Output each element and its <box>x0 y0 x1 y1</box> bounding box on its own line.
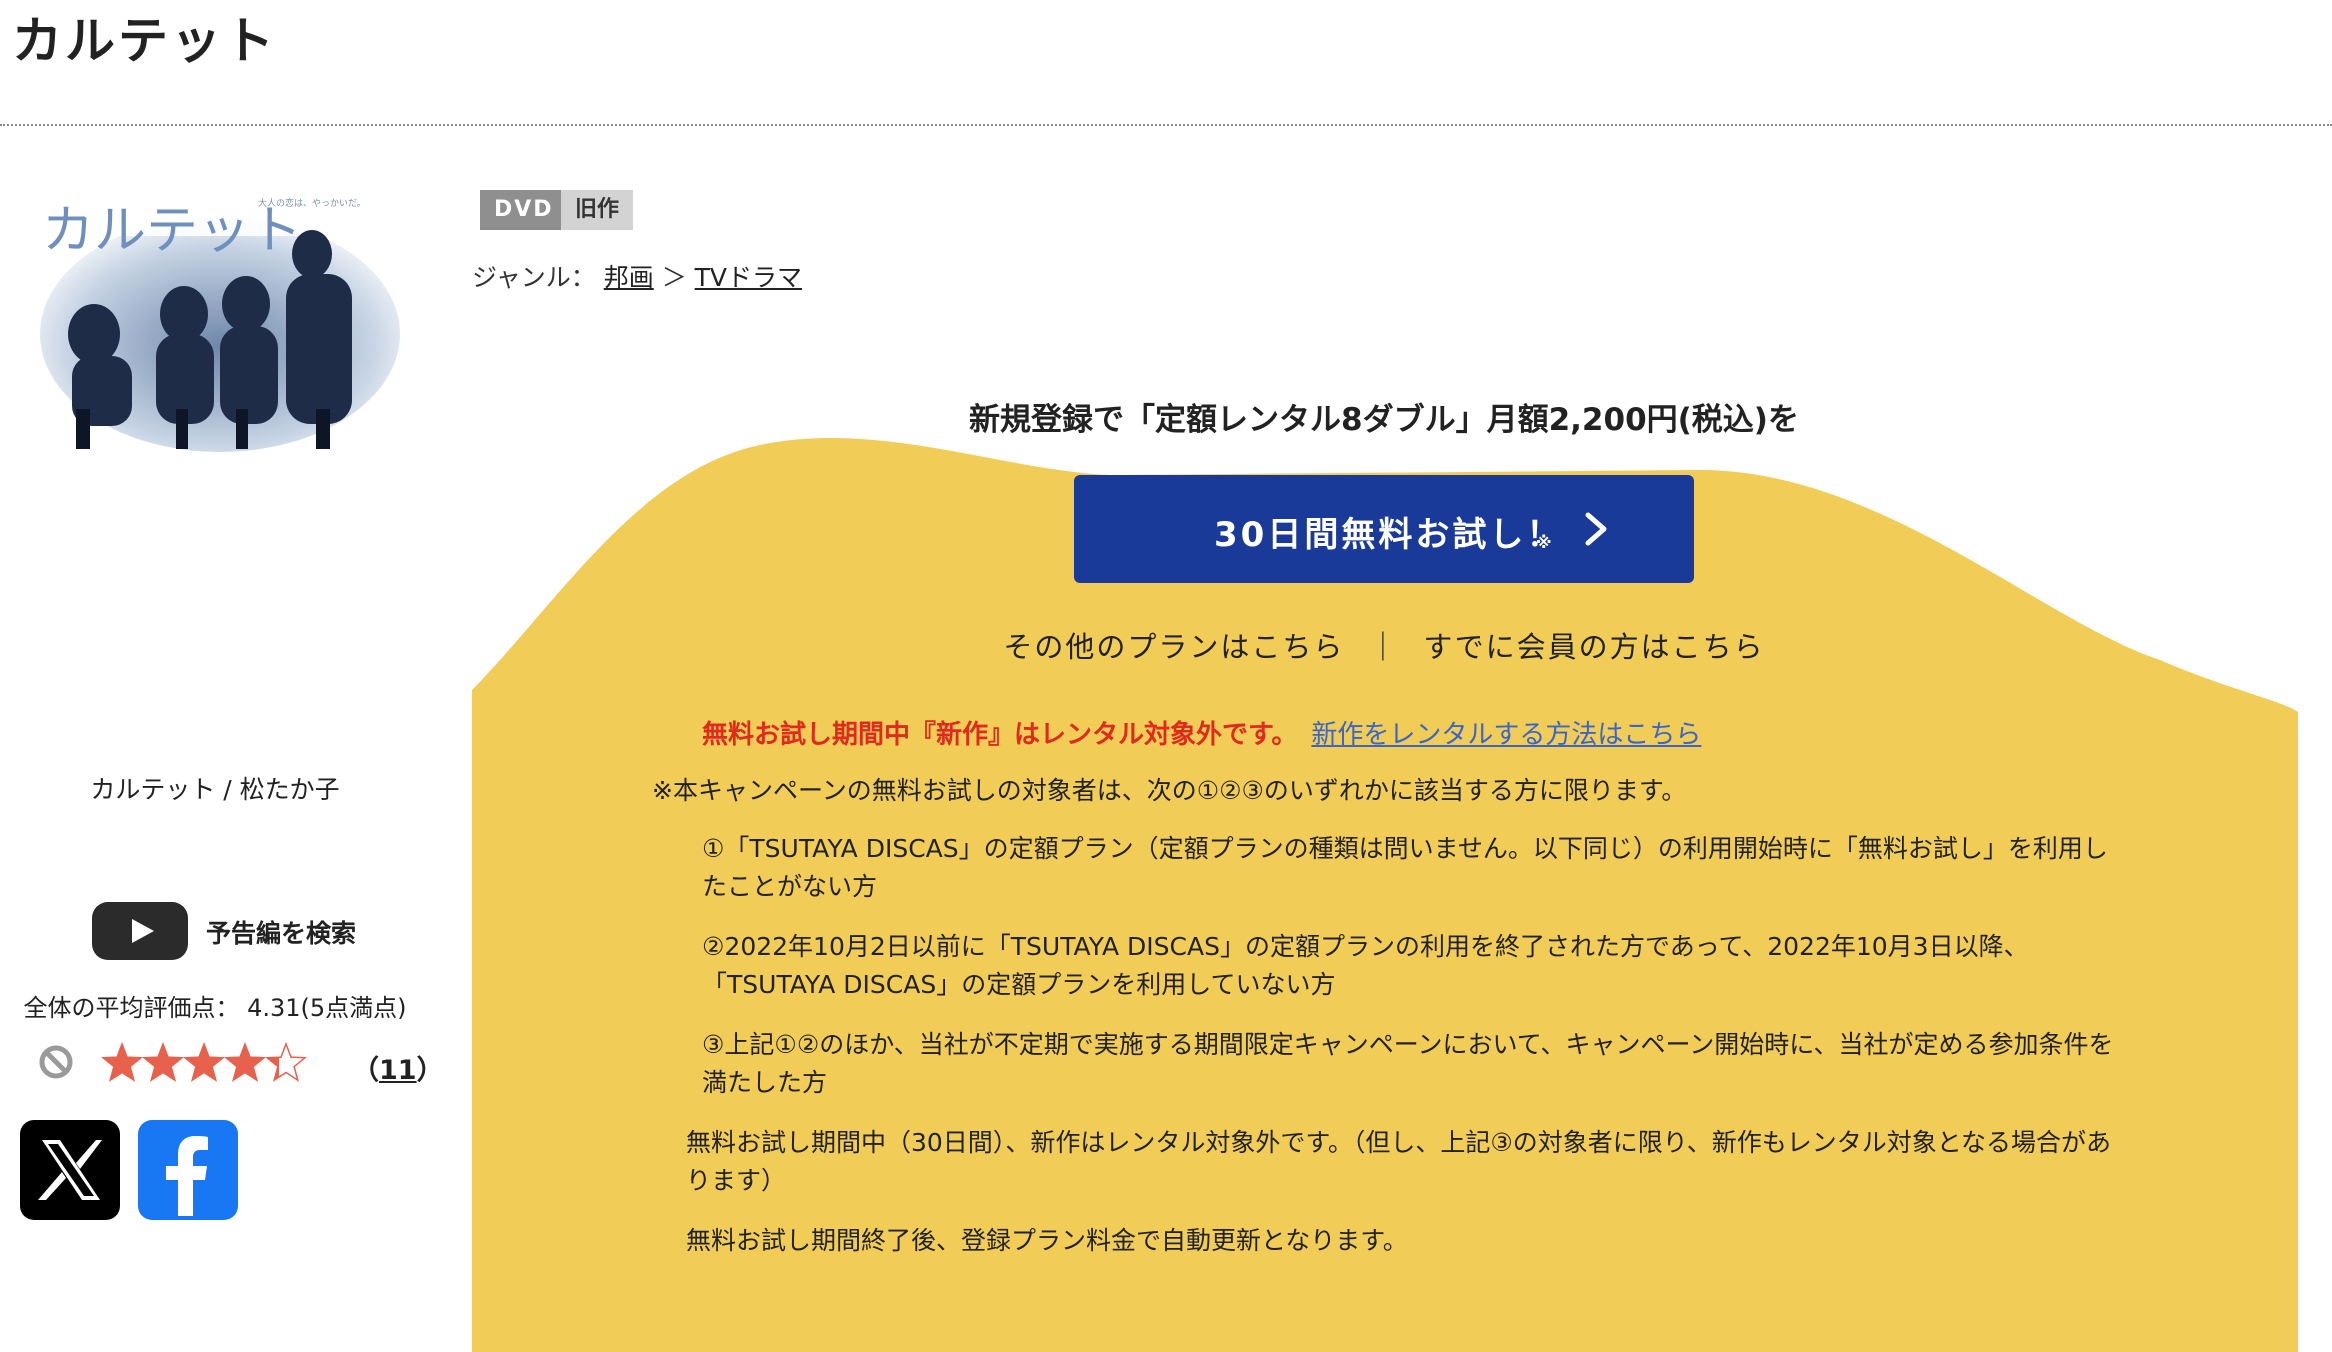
review-count-close: ） <box>416 1055 444 1086</box>
youtube-play-icon[interactable] <box>92 902 188 960</box>
review-count[interactable]: （11） <box>352 1048 444 1087</box>
rating-star <box>223 1041 267 1082</box>
trailer-search-link[interactable]: 予告編を検索 <box>206 914 356 950</box>
genre-breadcrumb: ジャンル： 邦画 ＞ TVドラマ <box>472 258 802 294</box>
member-login-link[interactable]: すでに会員の方はこちら <box>1423 630 1764 664</box>
no-rating-icon[interactable] <box>38 1044 74 1080</box>
rating-star <box>100 1041 144 1082</box>
warning-text: 無料お試し期間中『新作』はレンタル対象外です。 <box>702 720 1298 750</box>
share-x-button[interactable] <box>20 1120 120 1220</box>
new-release-warning: 無料お試し期間中『新作』はレンタル対象外です。 新作をレンタルする方法はこちら <box>702 716 1701 754</box>
format-tag: DVD <box>480 190 568 230</box>
campaign-heading: 新規登録で「定額レンタル8ダブル」月額2,200円(税込)を <box>969 402 1799 438</box>
product-name: カルテット / 松たか子 <box>90 775 340 804</box>
rating-star <box>141 1041 185 1082</box>
chevron-right-icon <box>1585 512 1607 546</box>
genre-link-primary[interactable]: 邦画 <box>604 263 654 292</box>
genre-label: ジャンル： <box>472 263 596 292</box>
age-tag: 旧作 <box>561 190 634 230</box>
average-rating: 全体の平均評価点： 4.31(5点満点) <box>23 994 407 1022</box>
star-rating <box>100 1041 308 1082</box>
free-trial-label: 30日間無料お試し！ <box>1214 515 1564 555</box>
rating-star <box>182 1041 226 1082</box>
review-count-value[interactable]: 11 <box>379 1055 417 1086</box>
genre-separator: ＞ <box>661 263 687 292</box>
plan-links-separator: ｜ <box>1368 630 1400 664</box>
free-trial-note-mark: ※ <box>1536 533 1552 552</box>
page-title: カルテット <box>12 12 277 70</box>
eligibility-condition-1: ①「TSUTAYA DISCAS」の定額プラン（定額プランの種類は問いません。以… <box>702 834 2108 901</box>
cover-title-art: カルテット <box>42 201 302 261</box>
share-facebook-button[interactable] <box>138 1120 238 1220</box>
eligibility-condition-3: ③上記①②のほか、当社が不定期で実施する期間限定キャンペーンにおいて、キャンペー… <box>702 1030 2114 1097</box>
x-logo-icon <box>38 1140 102 1200</box>
facebook-logo-icon <box>166 1136 208 1216</box>
eligibility-condition-2: ②2022年10月2日以前に「TSUTAYA DISCAS」の定額プランの利用を… <box>702 932 2029 999</box>
campaign-eligibility-intro: ※本キャンペーンの無料お試しの対象者は、次の①②③のいずれかに該当する方に限りま… <box>652 776 1687 805</box>
auto-renew-note: 無料お試し期間終了後、登録プラン料金で自動更新となります。 <box>686 1226 1408 1255</box>
title-divider <box>0 124 2332 126</box>
free-trial-note: 無料お試し期間中（30日間）、新作はレンタル対象外です。（但し、上記③の対象者に… <box>686 1128 2111 1195</box>
genre-link-secondary[interactable]: TVドラマ <box>695 263 802 292</box>
free-trial-button[interactable]: 30日間無料お試し！ ※ <box>1074 475 1694 583</box>
rating-star <box>264 1041 308 1082</box>
other-plans-link[interactable]: その他のプランはこちら <box>1003 630 1344 664</box>
new-release-rental-link[interactable]: 新作をレンタルする方法はこちら <box>1311 720 1701 750</box>
plan-links: その他のプランはこちら ｜ すでに会員の方はこちら <box>876 624 1892 666</box>
cover-tagline: 大人の恋は、やっかいだ。 <box>258 197 366 209</box>
review-count-open: （ <box>352 1055 379 1086</box>
cover-image[interactable]: カルテット 大人の恋は、やっかいだ。 <box>36 184 404 452</box>
